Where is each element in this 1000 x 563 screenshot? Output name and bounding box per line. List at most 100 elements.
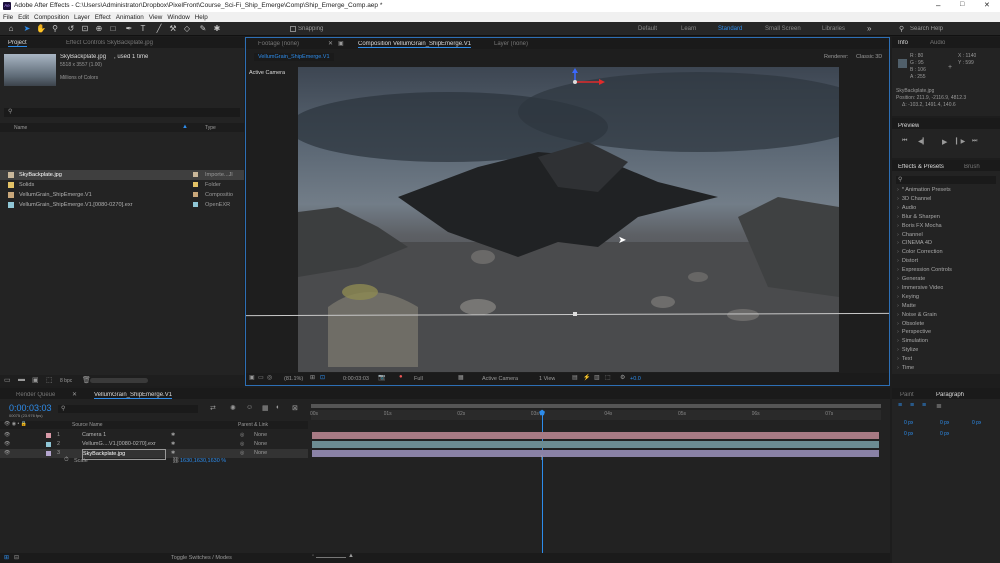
layer-label-color[interactable] [46,442,51,447]
project-scrollbar[interactable] [90,378,148,383]
effect-category[interactable]: Keying [897,293,919,302]
layer-row[interactable]: 👁 2 VellumG....V1.[0080-0270].exr ✱ ◎ No… [0,440,308,449]
graph-editor-icon[interactable]: ⊠ [292,404,298,412]
project-item[interactable]: VellumGrain_ShipEmerge.V1 Compositio [0,190,244,200]
visibility-icon[interactable]: 👁 [4,449,10,458]
parent-pickwhip-icon[interactable]: ◎ [240,431,244,440]
menu-edit[interactable]: Edit [18,14,29,21]
layer-row[interactable]: 👁 3 SkyBackplate.jpg ✱ ◎ None [0,449,308,460]
effect-category[interactable]: Channel [897,231,923,240]
brush-tool-icon[interactable]: ╱ [154,24,164,34]
zoom-dropdown[interactable]: (81.1%) [284,376,303,382]
layer-row[interactable]: 👁 1 Camera 1 ✱ ◎ None [0,431,308,440]
tab-info[interactable]: Info [898,40,908,46]
monitor-icon[interactable]: ▭ [258,374,264,381]
mask-visibility-icon[interactable]: ◎ [267,374,272,381]
new-comp-icon[interactable]: ▣ [32,376,39,384]
parent-pickwhip-icon[interactable]: ◎ [240,440,244,449]
effect-category[interactable]: Obsolete [897,320,924,329]
flowchart-icon[interactable]: ⬚ [46,376,53,384]
tab-timeline-comp[interactable]: VellumGrain_ShipEmerge.V1 [94,392,173,399]
workspace-libraries[interactable]: Libraries [822,26,845,32]
comp-flow-icon[interactable]: ⊞ [4,554,9,561]
eraser-tool-icon[interactable]: ◇ [182,24,192,34]
shy-layers-icon[interactable]: ☺ [246,404,253,411]
item-label-color[interactable] [193,202,198,207]
work-area-bar[interactable] [311,404,881,408]
layer-duration-bar[interactable] [312,441,879,448]
search-help-input[interactable]: Search Help [910,26,995,32]
tab-footage[interactable]: Footage (none) [258,41,299,47]
col-type[interactable]: Type [205,125,216,131]
visibility-icon[interactable]: 👁 [4,431,10,440]
tab-preview[interactable]: Preview [898,123,919,129]
justify-icon[interactable]: ≣ [936,402,942,410]
col-source-name[interactable]: Source Name [72,422,103,428]
current-time-display[interactable]: 0:00:03:03 [343,376,369,382]
next-frame-icon[interactable]: ▎▶ [956,138,965,145]
new-folder-icon[interactable]: ▬ [18,376,25,383]
snapping-checkbox[interactable] [290,26,296,32]
visibility-icon[interactable]: 👁 [4,440,10,449]
menu-layer[interactable]: Layer [74,14,90,21]
fast-preview-icon[interactable]: ⚡ [583,374,590,381]
tab-brush[interactable]: Brush [964,164,980,170]
tab-render-queue[interactable]: Render Queue [16,392,55,398]
last-frame-icon[interactable]: ⏭ [972,138,977,145]
effect-category[interactable]: Blur & Sharpen [897,213,940,222]
align-right-icon[interactable]: ≡ [922,402,926,409]
effect-category[interactable]: Immersive Video [897,284,944,293]
first-frame-icon[interactable]: ⏮ [902,138,907,145]
menu-window[interactable]: Window [167,14,189,21]
effect-category[interactable]: Time [897,364,914,373]
tab-project[interactable]: Project [8,40,27,47]
effect-category[interactable]: Stylize [897,346,918,355]
effect-category[interactable]: Generate [897,275,925,284]
timeline-search-input[interactable] [58,405,198,413]
toggle-pixel-icon[interactable]: ▤ [572,374,578,381]
tab-effects-presets[interactable]: Effects & Presets [898,164,944,170]
flowchart-view-icon[interactable]: ⬚ [605,374,611,381]
timeline-timecode[interactable]: 0:00:03:03 [9,403,52,413]
effect-category[interactable]: Text [897,355,912,364]
transparency-grid-icon[interactable]: ▦ [458,374,464,381]
effect-category[interactable]: CINEMA 4D [897,239,932,248]
type-tool-icon[interactable]: T [138,24,148,34]
effect-category[interactable]: 3D Channel [897,195,932,204]
effect-category[interactable]: Boris FX Mocha [897,222,942,231]
effect-category[interactable]: Matte [897,302,916,311]
effect-category[interactable]: * Animation Presets [897,186,951,195]
align-center-icon[interactable]: ≡ [910,402,914,409]
view-layout-dropdown[interactable]: 1 View [539,376,555,382]
zoom-tool-icon[interactable]: ⚲ [50,24,60,34]
time-ruler[interactable] [311,410,881,420]
workspace-small-screen[interactable]: Small Screen [765,26,801,32]
bpc-label[interactable]: 8 bpc [60,378,72,384]
region-of-interest-icon[interactable]: ⊡ [320,374,325,381]
parent-dropdown[interactable]: None [254,440,294,449]
constrain-proportions-icon[interactable]: ⛓ [172,457,180,464]
workspace-default[interactable]: Default [638,26,657,32]
camera-tool-icon[interactable]: ⊡ [80,24,90,34]
effect-category[interactable]: Distort [897,257,918,266]
roto-brush-icon[interactable]: ✎ [198,24,208,34]
clone-stamp-icon[interactable]: ⚒ [168,24,178,34]
effect-category[interactable]: Color Correction [897,248,943,257]
exposure-value[interactable]: +0.0 [630,376,641,382]
layer-duration-bar[interactable] [312,432,879,439]
effect-category[interactable]: Simulation [897,337,928,346]
switches-icon[interactable]: ✱ [171,431,175,440]
workspace-overflow-icon[interactable]: » [867,24,871,33]
stopwatch-icon[interactable]: ⏱ [64,457,69,464]
always-preview-icon[interactable]: ▣ [249,374,255,381]
zoom-slider[interactable] [316,557,346,558]
tab-paint[interactable]: Paint [900,392,914,398]
item-label-color[interactable] [193,172,198,177]
toggle-switches-modes[interactable]: Toggle Switches / Modes [171,555,232,561]
resolution-dropdown[interactable]: Full [414,376,423,382]
space-after-field[interactable]: 0 px [972,420,981,426]
item-label-color[interactable] [193,182,198,187]
play-icon[interactable]: ▶ [942,138,947,146]
layer-duration-bar[interactable] [312,450,879,457]
guide-handle-icon[interactable] [573,312,577,316]
